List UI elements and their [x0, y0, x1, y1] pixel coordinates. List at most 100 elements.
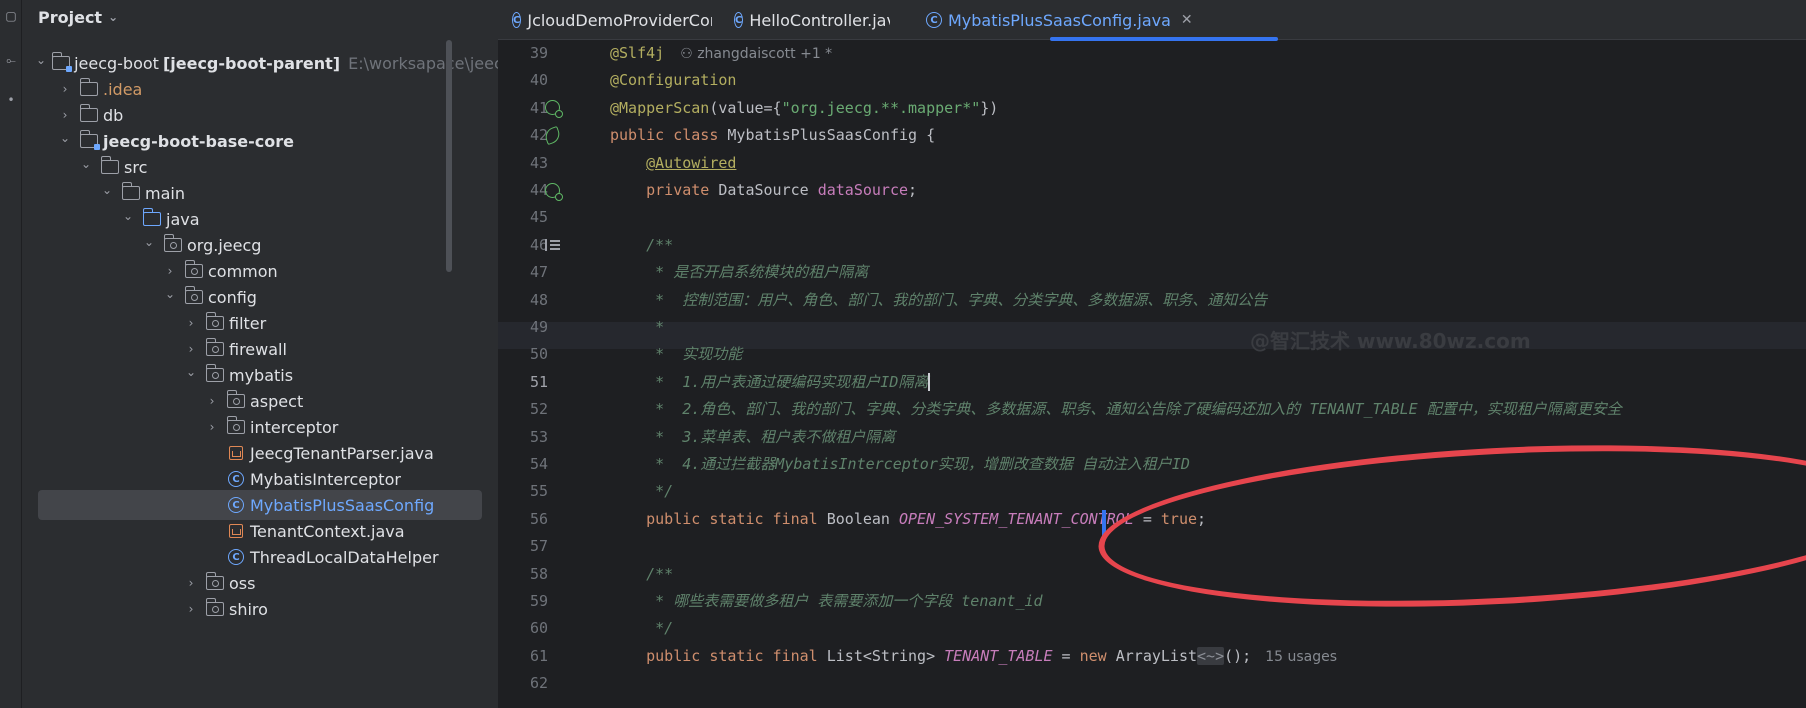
module-folder-icon — [51, 52, 73, 72]
package-icon — [205, 338, 225, 357]
line-number: 45 — [529, 208, 548, 227]
editor-tab[interactable]: C MybatisPlusSaasConfig.java ✕ — [926, 0, 1193, 40]
chevron-right-icon[interactable]: › — [204, 420, 220, 434]
tree-item[interactable]: › shiro — [22, 594, 498, 624]
project-tool-icon[interactable]: ▢ — [3, 8, 19, 24]
chevron-down-icon[interactable]: ⌄ — [162, 287, 178, 301]
chevron-right-icon[interactable]: › — [183, 576, 199, 590]
chevron-down-icon[interactable]: ⌄ — [57, 131, 73, 145]
line-number: 47 — [529, 263, 548, 282]
editor-tab[interactable]: C HelloController.java — [734, 0, 890, 40]
line-number: 60 — [529, 619, 548, 638]
line-number: 61 — [529, 646, 548, 665]
line-number: 41 — [529, 98, 548, 117]
chevron-right-icon[interactable]: › — [57, 108, 73, 122]
code-editor[interactable]: C JcloudDemoProviderController.java C Hello… — [498, 0, 1806, 708]
chevron-down-icon[interactable]: ⌄ — [120, 209, 136, 223]
code-token: * 1.用户表通过硬编码实现租户ID隔离 — [610, 372, 929, 391]
chevron-down-icon[interactable]: ⌄ — [141, 235, 157, 249]
code-token: * 4.通过拦截器MybatisInterceptor实现，增删改查数据 自动注… — [610, 455, 1190, 473]
tree-item-label: jeecg-boot — [74, 53, 159, 73]
chevron-right-icon[interactable]: › — [204, 394, 220, 408]
commit-tool-icon[interactable]: ⟜ — [3, 52, 19, 68]
code-token: */ — [610, 482, 674, 501]
code-token: <~> — [1197, 646, 1225, 665]
code-token: ; — [1197, 509, 1207, 528]
code-line: */ — [610, 615, 673, 642]
tree-item-label: mybatis — [229, 365, 294, 385]
package-icon — [205, 572, 225, 591]
bean-icon[interactable] — [543, 99, 563, 119]
code-token: Boolean — [826, 509, 899, 528]
code-token: List<String> — [826, 646, 945, 665]
line-number: 49 — [529, 318, 548, 336]
code-token: ; — [908, 181, 918, 199]
code-line: @Configuration — [610, 67, 736, 94]
chevron-right-icon[interactable]: › — [183, 316, 199, 330]
code-area[interactable]: @Slf4j ⚇ zhangdaiscott +1 * @Configuration… — [610, 40, 1806, 708]
tree-item-label: config — [208, 287, 257, 307]
code-line: * 3.菜单表、租户表不做租户隔离 — [610, 424, 895, 451]
project-panel-header[interactable]: Project ⌄ — [38, 6, 118, 28]
chevron-down-icon[interactable]: ⌄ — [36, 53, 46, 67]
class-icon: C — [226, 471, 246, 487]
code-token: * — [610, 318, 665, 336]
code-line: /** — [610, 232, 673, 259]
code-token: dataSource — [817, 181, 909, 199]
editor-scrollbar[interactable] — [1800, 40, 1806, 708]
text-caret — [928, 373, 931, 392]
code-line: * 是否开启系统模块的租户隔离 — [610, 259, 868, 286]
code-line: private DataSource dataSource; — [610, 177, 917, 204]
code-token: * 是否开启系统模块的租户隔离 — [610, 263, 869, 282]
chevron-right-icon[interactable]: › — [183, 342, 199, 356]
editor-gutter[interactable]: 39 40 41 42 43 44 45 46 47 48 49 50 51 52 53 54 55 56 57 58… — [498, 40, 608, 708]
chevron-right-icon[interactable]: › — [162, 264, 178, 278]
code-token: * 控制范围：用户、角色、部门、我的部门、字典、分类字典、多数据源、职务、通知公… — [610, 290, 1268, 309]
editor-tab[interactable]: C JcloudDemoProviderController.java — [512, 0, 712, 40]
more-tools-icon[interactable]: • — [3, 92, 19, 108]
chevron-down-icon[interactable]: ⌄ — [99, 183, 115, 197]
chevron-right-icon[interactable]: › — [57, 82, 73, 96]
java-file-icon — [226, 445, 246, 461]
chevron-down-icon[interactable]: ⌄ — [78, 157, 94, 171]
code-token: public static final — [646, 646, 827, 665]
code-line: * 哪些表需要做多租户 表需要添加一个字段 tenant_id — [610, 588, 1043, 615]
tree-item-label: oss — [229, 573, 256, 593]
tab-label: HelloController.java — [749, 10, 890, 30]
project-scrollbar[interactable] — [446, 40, 452, 272]
line-number: 53 — [529, 427, 548, 446]
close-icon[interactable]: ✕ — [1181, 12, 1193, 28]
code-token: * 3.菜单表、租户表不做租户隔离 — [610, 427, 896, 446]
code-token: MybatisPlusSaasConfig { — [727, 126, 936, 145]
chevron-down-icon[interactable]: ⌄ — [108, 10, 118, 24]
chevron-down-icon[interactable]: ⌄ — [183, 365, 199, 379]
tree-item-label: MybatisPlusSaasConfig — [250, 495, 435, 515]
spring-leaf-icon[interactable] — [542, 125, 562, 145]
vcs-change-marker[interactable] — [1102, 510, 1106, 537]
bean-icon[interactable] — [543, 181, 563, 201]
chevron-right-icon[interactable]: › — [183, 602, 199, 616]
code-token: = — [1133, 509, 1161, 528]
class-icon: C — [734, 12, 744, 28]
code-token: public class — [610, 126, 728, 145]
code-token: DataSource — [718, 181, 818, 199]
tree-item-label: interceptor — [250, 417, 339, 437]
code-line: * — [610, 314, 664, 341]
usages-inlay-hint[interactable]: 15 usages — [1265, 649, 1337, 665]
author-inlay-hint[interactable]: ⚇ zhangdaiscott +1 * — [680, 46, 832, 62]
line-number: 42 — [529, 126, 548, 145]
code-line: * 1.用户表通过硬编码实现租户ID隔离 — [610, 369, 931, 396]
code-token: private — [646, 181, 719, 199]
code-token: * 哪些表需要做多租户 表需要添加一个字段 tenant_id — [610, 592, 1043, 610]
tab-label: JcloudDemoProviderController.java — [527, 10, 712, 30]
doc-icon[interactable] — [543, 236, 561, 254]
tree-item-label: db — [103, 105, 124, 125]
class-icon: C — [926, 12, 942, 28]
package-icon — [184, 286, 204, 305]
code-token: }) — [980, 98, 999, 117]
line-number: 44 — [529, 181, 548, 199]
line-number: 40 — [529, 71, 548, 90]
